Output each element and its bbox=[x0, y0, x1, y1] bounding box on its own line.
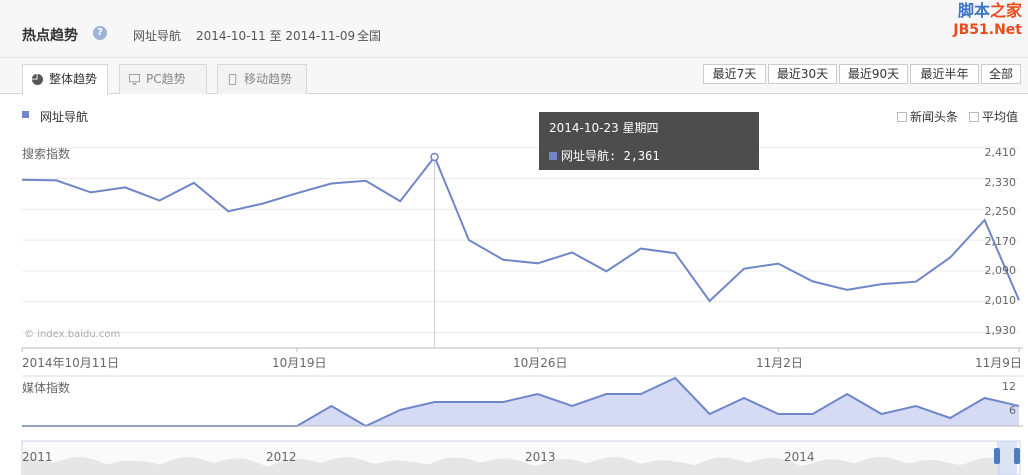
navigator-left-handle[interactable] bbox=[994, 448, 1000, 464]
overview-year-label: 2012 bbox=[266, 450, 297, 464]
x-tick-label: 10月26日 bbox=[513, 356, 568, 370]
x-tick-label: 11月2日 bbox=[756, 356, 803, 370]
overview-year-label: 2014 bbox=[784, 450, 815, 464]
tooltip-number: 2,361 bbox=[623, 149, 660, 163]
chart-tooltip: 2014-10-23 星期四 网址导航: 2,361 bbox=[539, 112, 759, 170]
x-tick-label: 2014年10月11日 bbox=[22, 356, 120, 370]
media-index-area bbox=[22, 378, 1019, 426]
y-tick-label: 2,410 bbox=[984, 146, 1017, 159]
media-y-tick-label: 12 bbox=[1002, 380, 1016, 393]
y-tick-label: 2,010 bbox=[984, 294, 1017, 307]
overview-year-label: 2011 bbox=[22, 450, 53, 464]
tooltip-date: 2014-10-23 星期四 bbox=[549, 121, 659, 135]
data-point bbox=[430, 152, 439, 162]
navigator-right-handle[interactable] bbox=[1014, 448, 1020, 464]
y-tick-label: 2,330 bbox=[984, 176, 1017, 189]
y-tick-label: 2,250 bbox=[984, 205, 1017, 218]
media-y-tick-label: 6 bbox=[1009, 404, 1016, 417]
tooltip-value: 网址导航: 2,361 bbox=[549, 147, 660, 164]
search-index-label: 搜索指数 bbox=[22, 147, 71, 161]
x-tick-label: 10月19日 bbox=[272, 356, 327, 370]
x-tick-label: 11月9日 bbox=[975, 356, 1022, 370]
watermark: © index.baidu.com bbox=[24, 329, 121, 340]
y-tick-label: 2,170 bbox=[984, 235, 1017, 248]
trend-chart[interactable] bbox=[0, 0, 1028, 475]
media-index-label: 媒体指数 bbox=[22, 381, 71, 395]
overview-year-label: 2013 bbox=[525, 450, 556, 464]
tooltip-swatch bbox=[549, 152, 557, 160]
tooltip-series: 网址导航 bbox=[561, 149, 610, 163]
y-tick-label: 1,930 bbox=[984, 324, 1017, 337]
y-tick-label: 2,090 bbox=[984, 264, 1017, 277]
